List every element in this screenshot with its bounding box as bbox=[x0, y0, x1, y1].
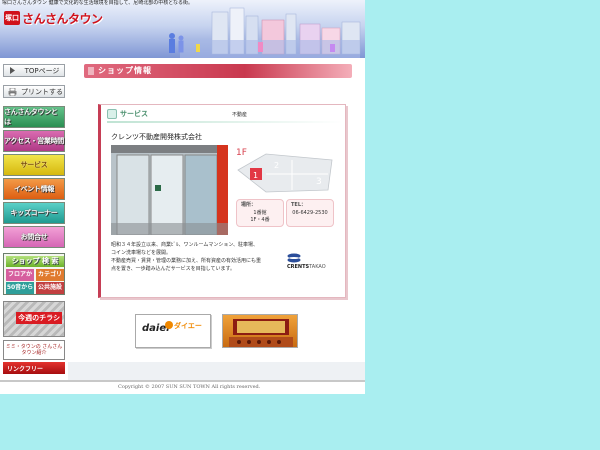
nav-contact[interactable]: お問合せ bbox=[3, 226, 65, 248]
nav-kids-corner[interactable]: キッズコーナー bbox=[3, 202, 65, 224]
floor-map: 1F 1 2 3 bbox=[236, 146, 334, 194]
top-page-label: TOPページ bbox=[24, 66, 60, 75]
logo-word-crents: CRENTS bbox=[287, 264, 310, 270]
logo-word-takao: TAKAO bbox=[309, 264, 326, 270]
nav-about[interactable]: さんさんタウンとは bbox=[3, 106, 65, 128]
shop-search-by-floor[interactable]: フロアから bbox=[6, 269, 34, 290]
header-tagline: 塚口さんさんタウン 健康で文化的な生活環境を目指して、尼崎北部の中核となる街。 bbox=[2, 0, 194, 6]
category-label: サービス bbox=[120, 110, 148, 118]
footer-divider bbox=[0, 380, 365, 382]
category-tag: 不動産 bbox=[232, 112, 248, 118]
daiei-banner[interactable]: daiei ダイエー bbox=[135, 314, 211, 348]
shop-name: クレンツ不動産開発株式会社 bbox=[111, 133, 202, 141]
header-divider bbox=[107, 121, 343, 123]
shop-photo bbox=[111, 145, 228, 235]
description-line: コイン洗車場などを展開。 bbox=[111, 250, 172, 256]
copyright: Copyright © 2007 SUN SUN TOWN All rights… bbox=[118, 384, 261, 390]
tel-box: TEL： 06-6429-2530 bbox=[286, 199, 334, 227]
shop-search-title: ショップ 検 索 bbox=[6, 256, 64, 267]
location-value: 1番館 1F・4番 bbox=[237, 210, 283, 224]
site-logo[interactable]: 塚口 さんさんタウン bbox=[4, 10, 103, 26]
top-page-button[interactable]: TOPページ bbox=[3, 64, 65, 77]
tel-value: 06-6429-2530 bbox=[292, 210, 328, 216]
location-building: 1番館 bbox=[253, 210, 267, 216]
shop-search-by-kana[interactable]: 50音から bbox=[6, 282, 34, 294]
logo-mark: 塚口 bbox=[4, 11, 20, 25]
daiei-name: ダイエー bbox=[174, 322, 202, 330]
shop-search-panel: ショップ 検 索 フロアから カテゴリから 50音から 公共施設から bbox=[3, 253, 65, 303]
svg-text:1: 1 bbox=[253, 171, 258, 180]
page-title: ショップ情報 bbox=[84, 64, 352, 78]
crents-mark-icon bbox=[287, 253, 301, 263]
description-line: 点を置き、一歩踏み込んだサービスを目指しています。 bbox=[111, 266, 236, 272]
description-line: 昭和３４年設立以来、商業ﾋﾞﾙ、ワンルームマンション、駐車場、 bbox=[111, 242, 259, 248]
nav-service[interactable]: サービス bbox=[3, 154, 65, 176]
logo-text: さんさんタウン bbox=[22, 11, 103, 26]
tel-label: TEL： bbox=[291, 202, 307, 208]
company-logo: CRENTSTAKAO bbox=[287, 253, 337, 275]
sidebar: TOPページ プリントする さんさんタウンとは アクセス・営業時間 サービス イ… bbox=[0, 60, 68, 394]
flyer-banner-label: 今週のチラシ bbox=[16, 312, 62, 324]
footer-band bbox=[68, 362, 365, 380]
arrow-right-icon bbox=[7, 66, 17, 75]
location-floor: 1F・4番 bbox=[250, 217, 270, 223]
shop-description: 昭和３４年設立以来、商業ﾋﾞﾙ、ワンルームマンション、駐車場、 コイン洗車場など… bbox=[111, 241, 281, 273]
service-category-icon bbox=[107, 109, 117, 119]
shop-card: サービス 不動産 クレンツ不動産開発株式会社 1F 1 2 3 場所： 1番館 … bbox=[98, 104, 346, 298]
daiei-sun-icon bbox=[165, 321, 173, 329]
svg-text:2: 2 bbox=[274, 161, 279, 170]
nav-access[interactable]: アクセス・営業時間 bbox=[3, 130, 65, 152]
main-content: ショップ情報 サービス 不動産 クレンツ不動産開発株式会社 1F 1 2 3 場… bbox=[70, 60, 364, 360]
site-header: 塚口さんさんタウン 健康で文化的な生活環境を目指して、尼崎北部の中核となる街。 … bbox=[0, 0, 365, 58]
flyer-banner[interactable]: 今週のチラシ bbox=[3, 301, 65, 337]
card-header: サービス 不動産 bbox=[107, 109, 343, 123]
floor-label: 1F bbox=[236, 148, 247, 158]
print-button[interactable]: プリントする bbox=[3, 85, 65, 98]
nav-events[interactable]: イベント情報 bbox=[3, 178, 65, 200]
location-box: 場所： 1番館 1F・4番 bbox=[236, 199, 284, 227]
description-line: 不動産売買・賃貸・管理の業務に加え、所有資産の有効活用にも重 bbox=[111, 258, 262, 264]
shop-search-by-category[interactable]: カテゴリから bbox=[36, 269, 64, 290]
location-label: 場所： bbox=[241, 202, 257, 208]
link-free-banner[interactable]: リンクフリー bbox=[3, 362, 65, 374]
shop-search-public-facilities[interactable]: 公共施設から bbox=[36, 282, 64, 303]
printer-icon bbox=[7, 87, 17, 96]
theater-banner[interactable] bbox=[222, 314, 298, 348]
svg-text:3: 3 bbox=[316, 177, 322, 187]
company-logo-text: CRENTSTAKAO bbox=[287, 264, 326, 270]
print-label: プリントする bbox=[21, 87, 63, 96]
mimitown-banner[interactable]: ミミ・タウンの さんさんタウン紹介 bbox=[3, 340, 65, 360]
site-frame: 塚口さんさんタウン 健康で文化的な生活環境を目指して、尼崎北部の中核となる街。 … bbox=[0, 0, 365, 394]
